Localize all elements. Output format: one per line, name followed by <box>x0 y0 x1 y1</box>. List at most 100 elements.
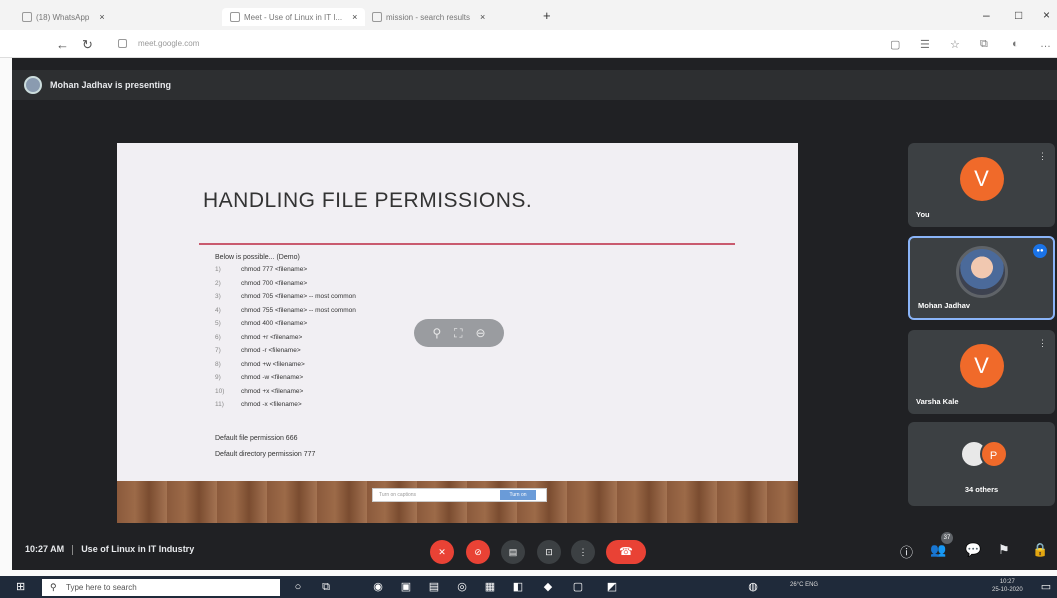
participant-name: You <box>916 210 930 219</box>
app-icon[interactable]: ◧ <box>510 579 526 595</box>
list-item: 11) chmod -x <filename> <box>215 401 302 408</box>
presenter-avatar <box>24 76 42 94</box>
close-tab-icon[interactable]: × <box>99 12 104 22</box>
list-item: 10) chmod +x <filename> <box>215 387 304 395</box>
list-item: 4) chmod 755 <filename> -- most common <box>215 306 356 314</box>
others-count: 34 others <box>964 485 999 494</box>
caption-button[interactable]: Turn on <box>500 490 536 500</box>
app-icon[interactable]: ◩ <box>604 579 620 595</box>
avatar: V <box>959 344 1004 388</box>
chat-button[interactable]: 💬 <box>965 542 981 558</box>
default-directory-permission: Default directory permission 777 <box>215 451 316 458</box>
browser-tab-bar: (18) WhatsApp × Meet - Use of Linux in I… <box>0 0 1057 30</box>
participant-name: Varsha Kale <box>916 397 959 406</box>
list-item: 7) chmod -r <filename> <box>215 347 301 354</box>
notifications-icon[interactable]: ▭ <box>1038 579 1054 595</box>
more-options-icon[interactable]: ⋮ <box>1038 151 1047 162</box>
presenting-text: Mohan Jadhav is presenting <box>50 80 172 90</box>
remove-icon[interactable]: ⊖ <box>475 326 485 340</box>
tab-search[interactable]: mission - search results × <box>372 8 485 26</box>
taskbar-clock[interactable]: 10:27 25-10-2020 <box>992 578 1023 594</box>
captions-button[interactable]: ▤ <box>501 540 525 564</box>
system-tray: 26°C ENG <box>790 582 819 588</box>
caption-prompt: Turn on captions Turn on <box>372 488 547 502</box>
avatar: V <box>959 157 1004 201</box>
more-icon[interactable]: … <box>1040 38 1051 50</box>
pin-icon[interactable]: ⚲ <box>432 326 441 340</box>
caption-text: Turn on captions <box>379 492 417 498</box>
close-window-button[interactable]: × <box>1043 8 1050 22</box>
taskbar-search-input[interactable]: ⚲ Type here to search <box>42 579 280 596</box>
tab-label: mission - search results <box>386 12 471 22</box>
list-item: 6) chmod +r <filename> <box>215 333 303 341</box>
office-icon[interactable]: ▢ <box>570 579 586 595</box>
camera-button[interactable]: ⊘ <box>466 540 490 564</box>
participant-name: Mohan Jadhav <box>918 301 971 310</box>
maximize-button[interactable]: □ <box>1015 8 1022 22</box>
collections-icon[interactable]: ⧉ <box>980 38 988 51</box>
close-tab-icon[interactable]: × <box>352 12 357 22</box>
expand-icon[interactable]: ⛶ <box>454 326 462 341</box>
explorer-icon[interactable]: ▤ <box>426 579 442 595</box>
url-field[interactable]: meet.google.com <box>110 35 870 53</box>
reading-icon[interactable]: ☰ <box>920 38 930 51</box>
chrome-icon[interactable]: ◎ <box>454 579 470 595</box>
task-view-icon[interactable]: ⧉ <box>318 579 334 595</box>
address-bar-row: ← ↻ meet.google.com ▢ ☰ ☆ ⧉ ◐ … <box>0 30 1057 58</box>
participant-tile-mohan[interactable]: ●● Mohan Jadhav <box>908 236 1055 320</box>
list-item: 5) chmod 400 <filename> <box>215 320 308 327</box>
leave-call-button[interactable]: ☎ <box>606 540 646 564</box>
profile-icon[interactable]: ◐ <box>1012 38 1019 50</box>
list-item: 3) chmod 705 <filename> -- most common <box>215 293 356 300</box>
tab-whatsapp[interactable]: (18) WhatsApp × <box>22 8 105 26</box>
lock-icon <box>118 39 127 48</box>
avatar <box>955 246 1008 298</box>
mic-button[interactable]: ✕ <box>430 540 454 564</box>
speaking-indicator-icon: ●● <box>1033 244 1047 258</box>
new-tab-button[interactable]: + <box>543 8 551 23</box>
present-button[interactable]: ⊡ <box>537 540 561 564</box>
search-placeholder: Type here to search <box>66 583 137 592</box>
meeting-details: 10:27 AM Use of Linux in IT Industry <box>25 544 194 555</box>
whatsapp-icon <box>22 12 32 22</box>
app-icon[interactable]: ▦ <box>482 579 498 595</box>
list-item: 2) chmod 700 <filename> <box>215 279 308 287</box>
list-item: 9) chmod -w <filename> <box>215 374 304 381</box>
presentation-slide: HANDLING FILE PERMISSIONS. Below is poss… <box>117 143 798 523</box>
activities-button[interactable]: ⚑ <box>998 542 1010 558</box>
title-divider <box>199 243 735 245</box>
back-icon[interactable]: ← <box>56 37 69 52</box>
participant-tile-varsha[interactable]: V ⋮ Varsha Kale <box>908 330 1055 414</box>
search-icon: ⚲ <box>50 582 57 592</box>
more-options-icon[interactable]: ⋮ <box>1038 338 1047 349</box>
presentation-controls: ⚲ ⛶ ⊖ <box>414 319 504 347</box>
list-item: 8) chmod +w <filename> <box>215 360 305 368</box>
people-button[interactable]: 👥 <box>930 542 946 558</box>
meeting-name: Use of Linux in IT Industry <box>81 544 195 554</box>
clock-time: 10:27 <box>999 579 1015 585</box>
close-tab-icon[interactable]: × <box>480 12 485 22</box>
minimize-button[interactable]: – <box>983 8 990 22</box>
cortana-icon[interactable]: ○ <box>290 579 306 595</box>
host-controls-button[interactable]: 🔒 <box>1032 542 1048 558</box>
favorites-icon[interactable]: ☆ <box>950 38 960 51</box>
meeting-details-button[interactable]: ⓘ <box>900 542 913 561</box>
default-file-permission: Default file permission 666 <box>215 435 298 442</box>
meet-icon <box>230 12 240 22</box>
participant-tile-you[interactable]: V ⋮ You <box>908 143 1055 227</box>
extension-icon[interactable]: ▢ <box>890 38 900 51</box>
tab-meet[interactable]: Meet - Use of Linux in IT I... × <box>222 8 366 26</box>
more-options-button[interactable]: ⋮ <box>571 540 595 564</box>
app-icon[interactable]: ◍ <box>745 579 761 595</box>
participant-tile-others[interactable]: P 34 others <box>908 422 1055 506</box>
tab-label: Meet - Use of Linux in IT I... <box>244 12 343 22</box>
others-avatars: P <box>956 436 1012 472</box>
store-icon[interactable]: ▣ <box>398 579 414 595</box>
slide-intro: Below is possible... (Demo) <box>215 254 300 261</box>
edge-icon[interactable]: ◉ <box>370 579 386 595</box>
clock-date: 25-10-2020 <box>992 587 1023 593</box>
app-icon[interactable]: ◆ <box>540 579 556 595</box>
reload-icon[interactable]: ↻ <box>82 37 93 53</box>
meeting-time: 10:27 AM <box>25 544 65 554</box>
windows-start-icon[interactable]: ⊞ <box>16 580 30 594</box>
